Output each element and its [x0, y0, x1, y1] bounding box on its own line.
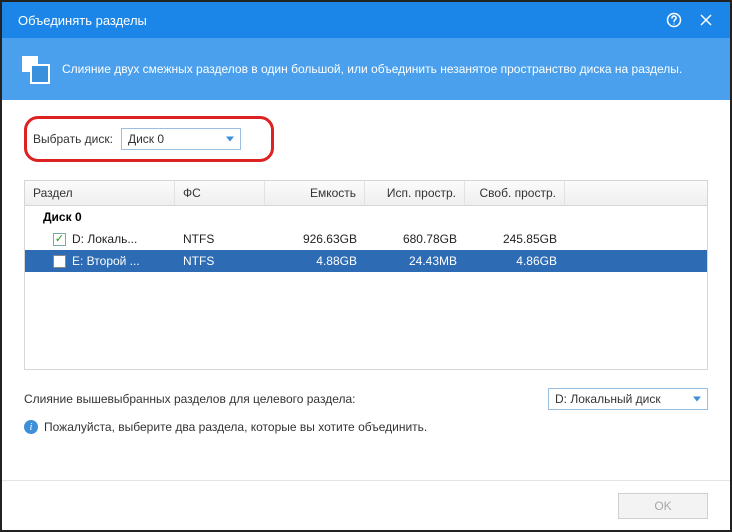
- disk-select-label: Выбрать диск:: [33, 132, 113, 146]
- partition-name: D: Локаль...: [72, 232, 137, 246]
- footer: OK: [2, 480, 730, 530]
- window-title: Объединять разделы: [18, 13, 654, 28]
- used-cell: 680.78GB: [365, 232, 465, 246]
- target-value: D: Локальный диск: [555, 392, 661, 406]
- chevron-down-icon: [693, 397, 701, 402]
- disk-select-highlight: Выбрать диск: Диск 0: [24, 116, 274, 162]
- disk-group-label: Диск 0: [25, 206, 707, 228]
- target-row: Слияние вышевыбранных разделов для целев…: [24, 388, 708, 410]
- grid-header: Раздел ФС Емкость Исп. простр. Своб. про…: [25, 181, 707, 206]
- target-label: Слияние вышевыбранных разделов для целев…: [24, 392, 548, 406]
- checkbox-icon[interactable]: [53, 255, 66, 268]
- merge-icon: [22, 56, 48, 82]
- disk-select-value: Диск 0: [128, 132, 164, 146]
- partition-name: E: Второй ...: [72, 254, 140, 268]
- capacity-cell: 4.88GB: [265, 254, 365, 268]
- ok-button[interactable]: OK: [618, 493, 708, 519]
- close-icon[interactable]: [694, 8, 718, 32]
- capacity-cell: 926.63GB: [265, 232, 365, 246]
- banner: Слияние двух смежных разделов в один бол…: [2, 38, 730, 100]
- col-header-partition[interactable]: Раздел: [25, 181, 175, 205]
- hint-row: i Пожалуйста, выберите два раздела, кото…: [24, 420, 708, 434]
- col-header-used[interactable]: Исп. простр.: [365, 181, 465, 205]
- col-header-capacity[interactable]: Емкость: [265, 181, 365, 205]
- col-header-free[interactable]: Своб. простр.: [465, 181, 565, 205]
- help-icon[interactable]: [662, 8, 686, 32]
- free-cell: 245.85GB: [465, 232, 565, 246]
- disk-select-combo[interactable]: Диск 0: [121, 128, 241, 150]
- partition-grid: Раздел ФС Емкость Исп. простр. Своб. про…: [24, 180, 708, 370]
- chevron-down-icon: [226, 137, 234, 142]
- info-icon: i: [24, 420, 38, 434]
- table-row[interactable]: D: Локаль... NTFS 926.63GB 680.78GB 245.…: [25, 228, 707, 250]
- banner-text: Слияние двух смежных разделов в один бол…: [62, 62, 682, 76]
- used-cell: 24.43MB: [365, 254, 465, 268]
- fs-cell: NTFS: [175, 232, 265, 246]
- free-cell: 4.86GB: [465, 254, 565, 268]
- grid-body: Диск 0 D: Локаль... NTFS 926.63GB 680.78…: [25, 206, 707, 272]
- fs-cell: NTFS: [175, 254, 265, 268]
- hint-text: Пожалуйста, выберите два раздела, которы…: [44, 420, 427, 434]
- col-header-fs[interactable]: ФС: [175, 181, 265, 205]
- checkbox-icon[interactable]: [53, 233, 66, 246]
- target-combo[interactable]: D: Локальный диск: [548, 388, 708, 410]
- titlebar: Объединять разделы: [2, 2, 730, 38]
- table-row[interactable]: E: Второй ... NTFS 4.88GB 24.43MB 4.86GB: [25, 250, 707, 272]
